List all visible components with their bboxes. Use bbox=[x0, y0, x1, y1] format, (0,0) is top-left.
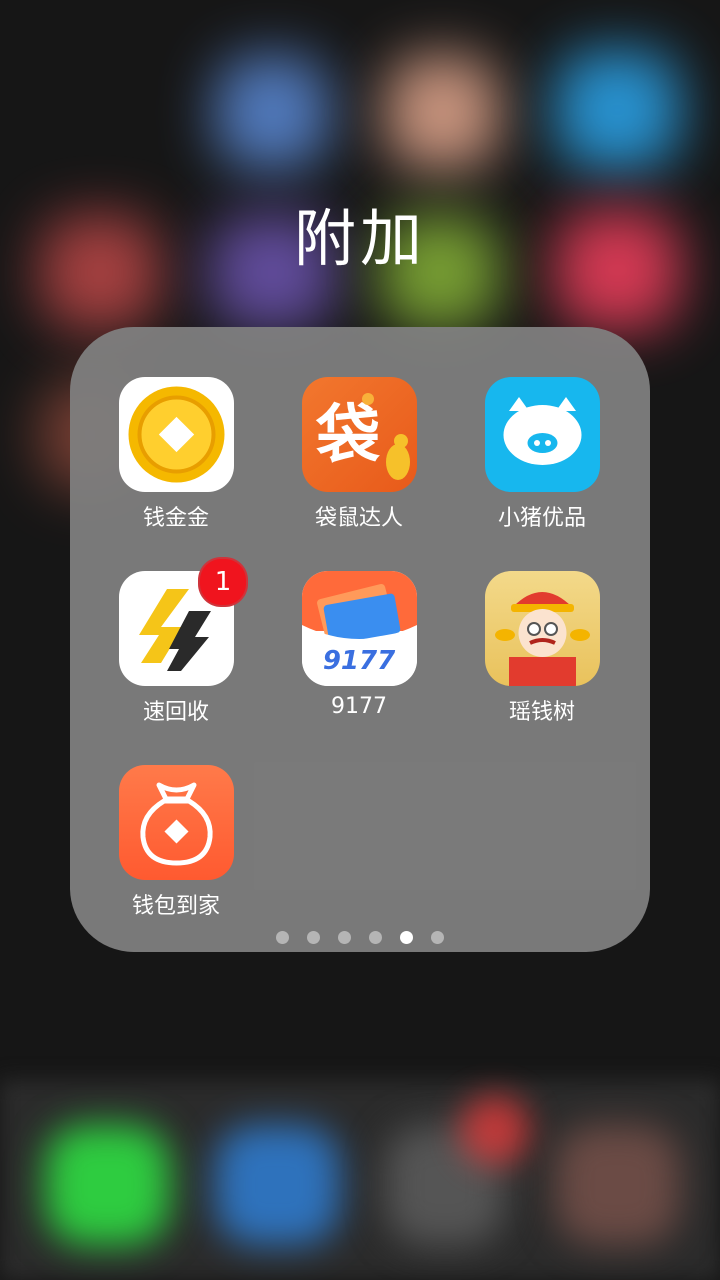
blurred-app-icon bbox=[555, 50, 680, 170]
app-label: 钱金金 bbox=[142, 506, 209, 531]
page-dot[interactable] bbox=[307, 931, 320, 944]
app-label: 9177 bbox=[331, 694, 387, 719]
app-qianbaodaojia[interactable]: 钱包到家 bbox=[96, 765, 256, 920]
wallet-cards-icon: 9177 bbox=[301, 571, 417, 686]
blurred-dock-icon bbox=[215, 1125, 340, 1245]
page-dot[interactable] bbox=[369, 931, 382, 944]
app-9177[interactable]: 9177 9177 bbox=[279, 571, 439, 719]
icon-glyph: 袋 bbox=[315, 399, 380, 473]
app-label: 速回收 bbox=[142, 700, 209, 725]
page-dot[interactable] bbox=[276, 931, 289, 944]
notification-badge: 1 bbox=[198, 557, 248, 607]
blurred-dock-icon bbox=[45, 1125, 170, 1245]
page-dot[interactable] bbox=[431, 931, 444, 944]
icon-glyph: 9177 bbox=[322, 646, 395, 676]
blurred-app-icon bbox=[215, 55, 330, 170]
fortune-god-icon bbox=[484, 571, 600, 686]
money-bag-icon bbox=[118, 765, 234, 880]
blurred-app-icon bbox=[385, 55, 500, 170]
app-label: 小猪优品 bbox=[497, 506, 586, 531]
page-dot-active[interactable] bbox=[400, 931, 413, 944]
app-kangaroo[interactable]: 袋 袋鼠达人 bbox=[279, 377, 439, 532]
app-label: 袋鼠达人 bbox=[314, 506, 403, 531]
folder-title[interactable]: 附加 bbox=[0, 188, 720, 278]
app-label: 瑶钱树 bbox=[508, 700, 575, 725]
kangaroo-bag-icon: 袋 bbox=[301, 377, 417, 492]
app-qianjinjin[interactable]: 钱金金 bbox=[96, 377, 256, 532]
piggy-icon bbox=[484, 377, 600, 492]
app-suhuishou[interactable]: 1 速回收 bbox=[96, 557, 256, 726]
page-indicator[interactable] bbox=[70, 931, 650, 944]
app-folder: 钱金金 袋 袋鼠达人 小猪优品 1 速回收 9177 9177 瑶钱树 钱包到家 bbox=[70, 327, 650, 952]
app-label: 钱包到家 bbox=[131, 894, 220, 919]
app-yaoqianshu[interactable]: 瑶钱树 bbox=[462, 571, 622, 726]
app-xiaozhu[interactable]: 小猪优品 bbox=[462, 377, 622, 532]
page-dot[interactable] bbox=[338, 931, 351, 944]
gold-coin-icon bbox=[118, 377, 234, 492]
blurred-dock-icon bbox=[460, 1095, 530, 1165]
blurred-dock-icon bbox=[555, 1125, 680, 1245]
